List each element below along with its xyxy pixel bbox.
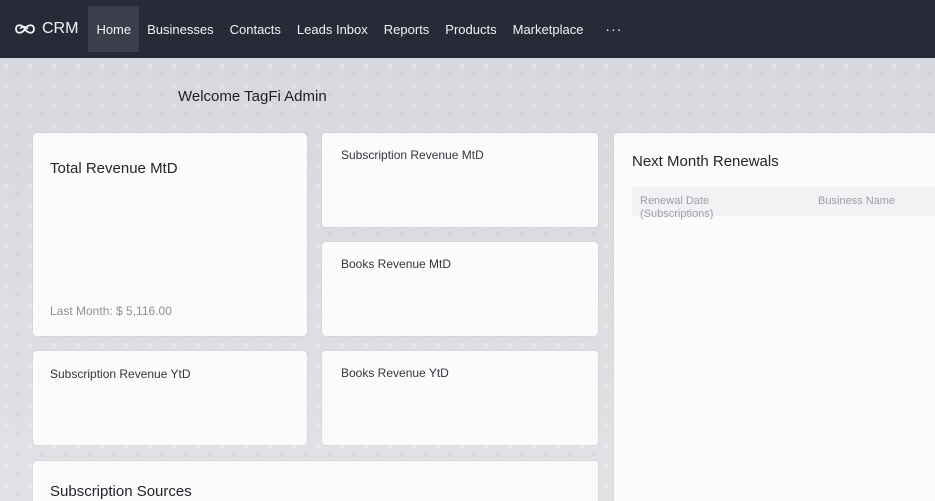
- card-title: Total Revenue MtD: [50, 160, 178, 177]
- card-title: Books Revenue MtD: [341, 257, 452, 271]
- crm-logo-icon: [15, 24, 35, 34]
- card-title: Subscription Sources: [50, 483, 192, 500]
- table-header: Renewal Date (Subscriptions) Business Na…: [632, 187, 935, 220]
- card-title: Next Month Renewals: [632, 153, 779, 170]
- nav-marketplace[interactable]: Marketplace: [505, 6, 592, 52]
- card-title: Subscription Revenue MtD: [341, 148, 484, 162]
- nav-reports[interactable]: Reports: [376, 6, 438, 52]
- card-title: Subscription Revenue YtD: [50, 367, 191, 381]
- nav-leads-inbox[interactable]: Leads Inbox: [289, 6, 376, 52]
- brand-name: CRM: [42, 20, 79, 37]
- subscription-sources-card: Subscription Sources: [33, 461, 598, 501]
- column-header-renewal-date[interactable]: Renewal Date (Subscriptions): [640, 195, 750, 221]
- nav-home[interactable]: Home: [88, 6, 140, 52]
- books-revenue-ytd-card: Books Revenue YtD: [322, 351, 598, 445]
- nav-businesses[interactable]: Businesses: [139, 6, 221, 52]
- column-header-business-name[interactable]: Business Name: [818, 195, 895, 207]
- more-menu-icon[interactable]: ···: [591, 6, 636, 52]
- next-month-renewals-card: Next Month Renewals Renewal Date (Subscr…: [614, 133, 935, 501]
- last-month-value: Last Month: $ 5,116.00: [50, 304, 172, 318]
- card-title: Books Revenue YtD: [341, 366, 449, 380]
- subscription-revenue-mtd-card: Subscription Revenue MtD: [322, 133, 598, 227]
- nav-contacts[interactable]: Contacts: [222, 6, 289, 52]
- top-navbar: CRM Home Businesses Contacts Leads Inbox…: [0, 0, 935, 58]
- books-revenue-mtd-card: Books Revenue MtD: [322, 242, 598, 336]
- welcome-message: Welcome TagFi Admin: [178, 88, 327, 105]
- nav-products[interactable]: Products: [437, 6, 504, 52]
- brand-logo[interactable]: CRM: [14, 20, 78, 38]
- total-revenue-mtd-card: Total Revenue MtD Last Month: $ 5,116.00: [33, 133, 307, 336]
- subscription-revenue-ytd-card: Subscription Revenue YtD: [33, 351, 307, 445]
